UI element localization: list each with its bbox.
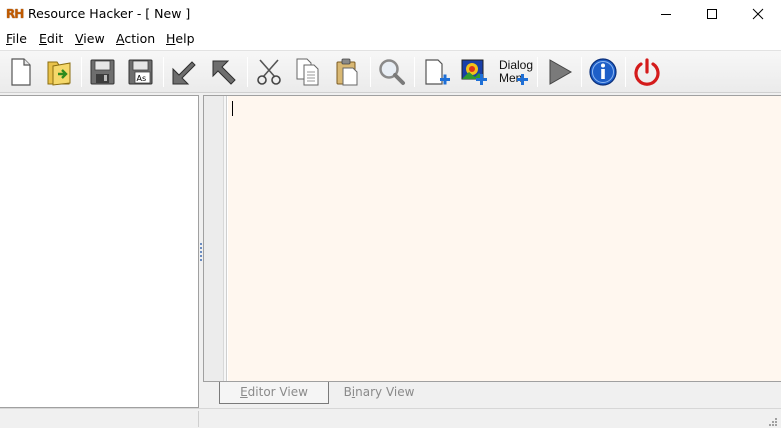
status-bar <box>0 408 781 428</box>
add-resource-button[interactable] <box>418 54 454 90</box>
find-button[interactable] <box>374 54 410 90</box>
menu-edit[interactable]: Edit <box>39 31 63 47</box>
text-caret <box>232 101 233 116</box>
tab-editor-view[interactable]: Editor View <box>219 382 329 404</box>
new-file-button[interactable] <box>3 54 39 90</box>
save-icon <box>90 59 115 85</box>
toolbar-separator <box>414 57 415 87</box>
menu-help[interactable]: Help <box>166 31 195 47</box>
add-image-resource-icon <box>461 59 487 85</box>
compile-button[interactable] <box>166 54 202 90</box>
close-icon <box>752 8 764 20</box>
size-grip-icon[interactable] <box>768 417 778 427</box>
tab-binary-first: B <box>343 385 352 399</box>
find-icon <box>379 59 405 85</box>
menu-bar: File Edit View Action Help <box>0 28 781 50</box>
splitter-grip <box>200 243 202 245</box>
window-title: Resource Hacker - [ New ] <box>28 6 191 21</box>
add-dialog-menu-button[interactable]: Dialog Men <box>496 54 534 90</box>
toolbar-separator <box>625 57 626 87</box>
cut-button[interactable] <box>251 54 287 90</box>
fold-margin <box>224 96 227 381</box>
toolbar-separator <box>247 57 248 87</box>
add-resource-icon <box>425 59 450 85</box>
dialog-label: Dialog <box>499 58 534 72</box>
export-arrow-icon <box>212 60 236 85</box>
script-editor <box>203 95 781 381</box>
toolbar-separator <box>537 57 538 87</box>
open-file-button[interactable] <box>41 54 77 90</box>
resource-tree[interactable] <box>0 95 199 408</box>
add-dialog-menu-icon: Dialog Men <box>496 54 534 90</box>
toolbar-separator <box>81 57 82 87</box>
menu-edit-label: dit <box>46 31 64 46</box>
menu-action[interactable]: Action <box>116 31 155 47</box>
menu-view[interactable]: View <box>75 31 105 47</box>
menu-edit-accel: E <box>39 31 47 46</box>
about-icon <box>589 58 617 86</box>
copy-icon <box>296 58 319 86</box>
compile-arrow-icon <box>172 61 196 85</box>
menu-help-label: elp <box>175 31 195 46</box>
tab-binary-label: nary View <box>355 385 415 399</box>
tab-editor-label: ditor View <box>247 385 308 399</box>
menu-view-label: iew <box>83 31 105 46</box>
status-separator <box>198 411 199 427</box>
maximize-icon <box>707 9 717 19</box>
splitter-grip <box>200 255 202 257</box>
minimize-icon <box>661 14 671 15</box>
splitter-grip <box>200 259 202 261</box>
run-script-button[interactable] <box>541 54 577 90</box>
add-image-resource-button[interactable] <box>457 54 493 90</box>
maximize-button[interactable] <box>689 0 735 28</box>
save-as-icon: As <box>128 59 153 85</box>
paste-button[interactable] <box>329 54 365 90</box>
minimize-button[interactable] <box>643 0 689 28</box>
save-as-label: As <box>137 74 147 83</box>
editor-text-area[interactable] <box>228 96 781 381</box>
menu-file-label: ile <box>12 31 27 46</box>
title-bar[interactable]: RH Resource Hacker - [ New ] <box>0 0 781 28</box>
menu-file[interactable]: File <box>6 31 27 47</box>
plus-icon <box>517 74 528 85</box>
open-file-icon <box>47 61 71 86</box>
export-button[interactable] <box>206 54 242 90</box>
close-button[interactable] <box>735 0 781 28</box>
save-button[interactable] <box>84 54 120 90</box>
save-as-button[interactable]: As <box>122 54 158 90</box>
view-tabs: Editor View Binary View <box>203 381 781 408</box>
about-button[interactable] <box>585 54 621 90</box>
paste-icon <box>336 58 358 86</box>
app-logo-icon: RH <box>6 7 24 21</box>
toolbar-separator <box>370 57 371 87</box>
toolbar: As Dialog Men <box>0 50 781 93</box>
copy-button[interactable] <box>290 54 326 90</box>
menu-action-label: ction <box>124 31 156 46</box>
splitter-grip <box>200 247 202 249</box>
tab-editor-accel: E <box>240 385 248 399</box>
exit-icon <box>634 58 660 86</box>
toolbar-separator <box>163 57 164 87</box>
splitter-grip <box>200 251 202 253</box>
run-script-icon <box>549 59 573 85</box>
resource-hacker-window: RH Resource Hacker - [ New ] File Edit V… <box>0 0 781 428</box>
new-file-icon <box>11 58 31 86</box>
tab-binary-view[interactable]: Binary View <box>331 382 427 404</box>
line-number-gutter <box>204 96 224 381</box>
cut-icon <box>257 59 281 85</box>
exit-button[interactable] <box>629 54 665 90</box>
menu-help-accel: H <box>166 31 176 46</box>
toolbar-separator <box>581 57 582 87</box>
